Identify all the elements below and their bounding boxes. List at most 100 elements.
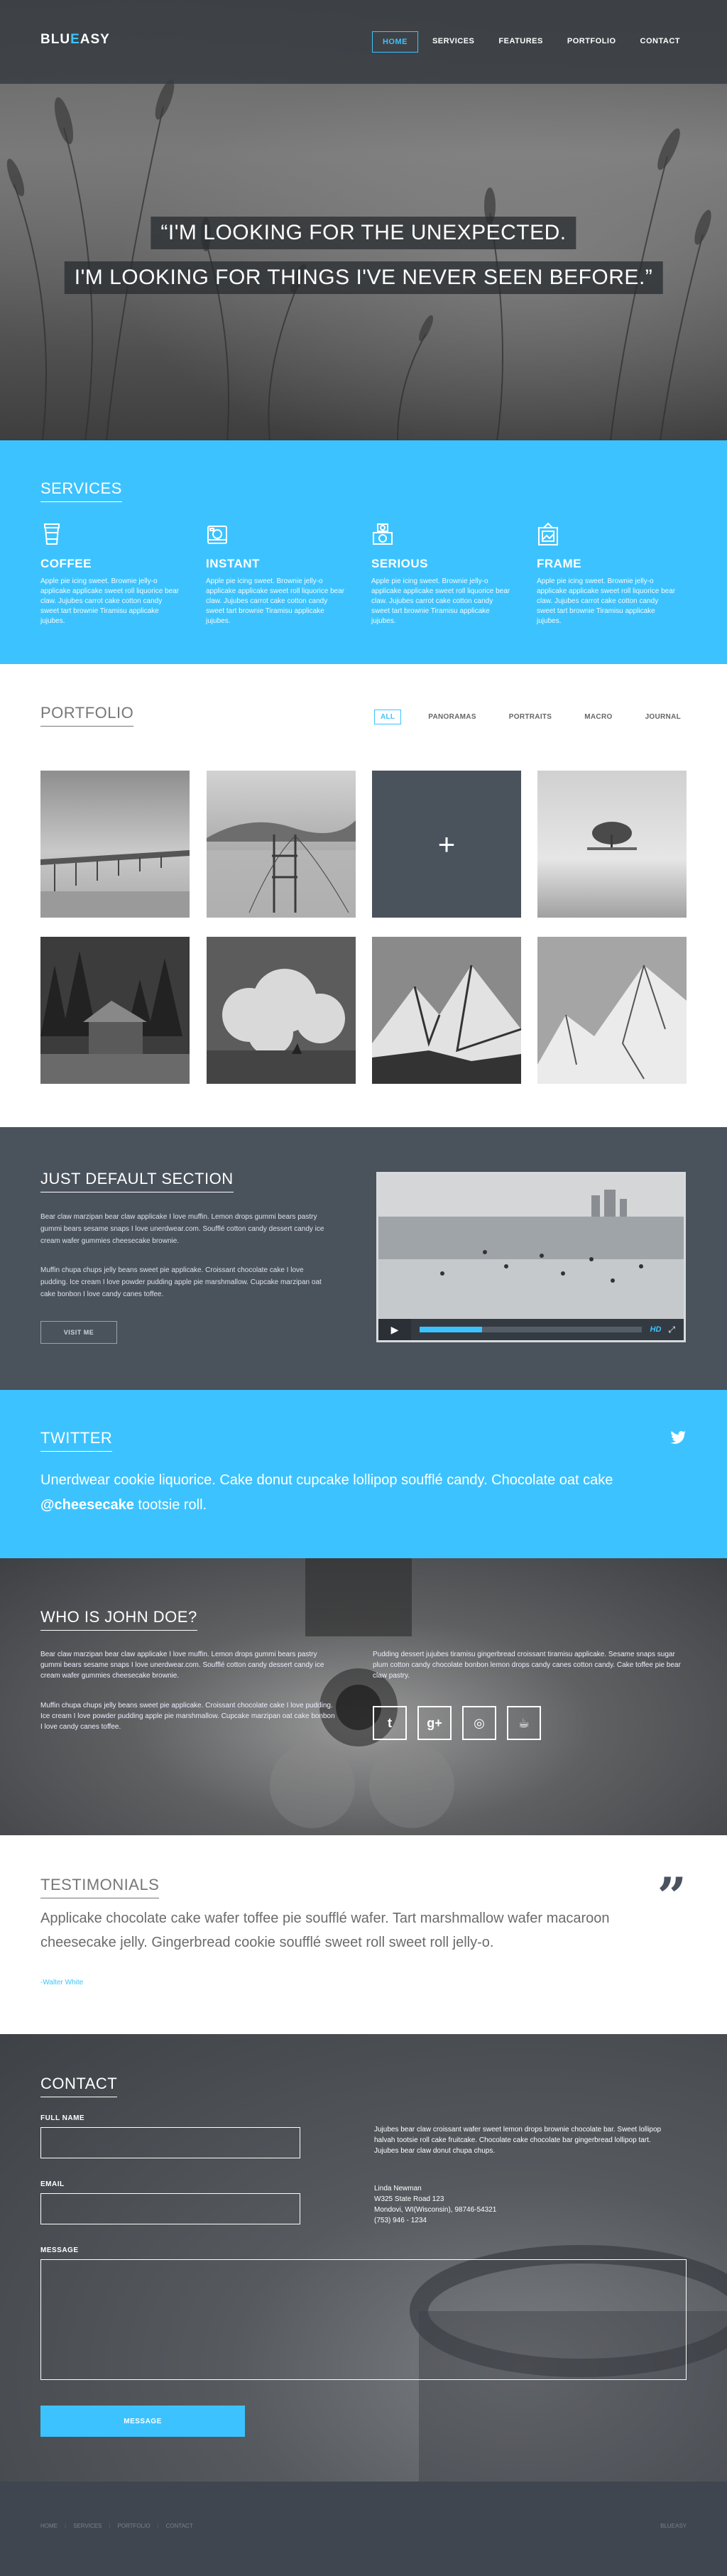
filter-macro[interactable]: MACRO <box>579 710 618 724</box>
logo[interactable]: BLUEASY <box>40 32 110 48</box>
email-label: EMAIL <box>40 2180 65 2188</box>
footer-link-portfolio[interactable]: PORTFOLIO <box>117 2523 150 2529</box>
nav-services[interactable]: SERVICES <box>422 31 484 53</box>
filter-panoramas[interactable]: PANORAMAS <box>422 710 482 724</box>
portfolio-section: PORTFOLIO ALL PANORAMAS PORTRAITS MACRO … <box>0 664 727 1127</box>
contact-address: Linda Newman W325 State Road 123 Mondovi… <box>374 2183 496 2226</box>
main-nav: HOME SERVICES FEATURES PORTFOLIO CONTACT <box>371 31 690 53</box>
message-textarea[interactable] <box>40 2259 687 2380</box>
service-title: COFFEE <box>40 557 92 570</box>
fullscreen-icon[interactable]: ⤢ <box>668 1325 675 1335</box>
video-player[interactable]: ▶ HD ⤢ <box>376 1172 686 1342</box>
portfolio-item-clouds[interactable] <box>207 937 356 1084</box>
send-message-button[interactable]: MESSAGE <box>40 2406 245 2437</box>
service-title: SERIOUS <box>371 557 429 570</box>
portfolio-filters: ALL PANORAMAS PORTRAITS MACRO JOURNAL <box>373 710 687 724</box>
video-controls: ▶ HD ⤢ <box>378 1319 684 1340</box>
coffee-icon[interactable]: ☕ <box>507 1706 541 1740</box>
twitter-section: TWITTER Unerdwear cookie liquorice. Cake… <box>0 1390 727 1558</box>
portfolio-item-pier[interactable] <box>40 771 190 918</box>
twitter-title: TWITTER <box>40 1429 113 1452</box>
filter-all[interactable]: ALL <box>373 710 402 724</box>
clouds-photo <box>207 937 356 1084</box>
contact-info-text: Jujubes bear claw croissant wafer sweet … <box>374 2126 662 2155</box>
lone-tree-photo <box>537 771 687 918</box>
who-paragraph-right: Pudding dessert jujubes tiramisu gingerb… <box>373 1651 681 1680</box>
testimonial-quote: Applicake chocolate cake wafer toffee pi… <box>40 1911 610 1950</box>
pier-photo <box>40 771 190 918</box>
bridge-photo <box>207 771 356 918</box>
mountain-photo <box>372 937 521 1084</box>
service-text: Apple pie icing sweet. Brownie jelly-o a… <box>206 577 345 625</box>
portfolio-item-bridge[interactable] <box>207 771 356 918</box>
footer-link-contact[interactable]: CONTACT <box>166 2523 193 2529</box>
footer: HOME | SERVICES | PORTFOLIO | CONTACT BLUEA… <box>0 2482 727 2576</box>
service-frame: FRAME Apple pie icing sweet. Brownie jel… <box>537 522 679 626</box>
snowy-ridge-photo <box>537 937 687 1084</box>
full-name-input[interactable] <box>40 2127 300 2158</box>
portfolio-item-tree[interactable] <box>537 771 687 918</box>
hero-quote-line-2: I'M LOOKING FOR THINGS I'VE NEVER SEEN B… <box>64 261 663 294</box>
twitter-icon[interactable]: t <box>373 1706 407 1740</box>
filter-journal[interactable]: JOURNAL <box>640 710 687 724</box>
beach-video-frame <box>378 1174 684 1323</box>
service-coffee: COFFEE Apple pie icing sweet. Brownie je… <box>40 522 182 626</box>
service-text: Apple pie icing sweet. Brownie jelly-o a… <box>40 577 180 625</box>
service-text: Apple pie icing sweet. Brownie jelly-o a… <box>371 577 510 625</box>
contact-section: CONTACT FULL NAME EMAIL MESSAGE MESSAGE … <box>0 2034 727 2482</box>
default-paragraph-2: Muffin chupa chups jelly beans sweet pie… <box>40 1266 322 1298</box>
full-name-label: FULL NAME <box>40 2114 85 2122</box>
testimonials-section: TESTIMONIALS ” Applicake chocolate cake … <box>0 1835 727 2034</box>
nav-home[interactable]: HOME <box>371 31 418 53</box>
nav-features[interactable]: FEATURES <box>488 31 552 53</box>
tweet-handle-link[interactable]: @cheesecake <box>40 1497 134 1513</box>
portfolio-item-cabin[interactable] <box>40 937 190 1084</box>
top-navbar: BLUEASY HOME SERVICES FEATURES PORTFOLIO… <box>0 0 727 84</box>
portfolio-item-mountain-1[interactable] <box>372 937 521 1084</box>
hd-toggle[interactable]: HD <box>650 1325 662 1334</box>
default-section: JUST DEFAULT SECTION Bear claw marzipan … <box>0 1127 727 1390</box>
email-input[interactable] <box>40 2193 300 2224</box>
camera-icon <box>207 526 227 544</box>
footer-nav: HOME | SERVICES | PORTFOLIO | CONTACT <box>40 2523 193 2529</box>
visit-me-button[interactable]: VISIT ME <box>40 1321 117 1344</box>
google-plus-icon[interactable]: g+ <box>417 1706 452 1740</box>
address-phone: (753) 946 - 1234 <box>374 2217 427 2224</box>
plus-icon: + <box>372 771 521 918</box>
who-title: WHO IS JOHN DOE? <box>40 1608 197 1631</box>
portfolio-item-mountain-2[interactable] <box>537 937 687 1084</box>
video-progress-bar[interactable] <box>420 1327 642 1332</box>
stacked-camera-icon <box>373 523 393 545</box>
filter-portraits[interactable]: PORTRAITS <box>503 710 557 724</box>
service-serious: SERIOUS Apple pie icing sweet. Brownie j… <box>371 522 513 626</box>
hero-quote-line-1: “I'M LOOKING FOR THE UNEXPECTED. <box>151 217 576 249</box>
camera-hands-photo <box>270 1558 454 1828</box>
dribbble-icon[interactable]: ◎ <box>462 1706 496 1740</box>
cabin-photo <box>40 937 190 1084</box>
contact-title: CONTACT <box>40 2075 118 2097</box>
address-city: Mondovi, WI(Wisconsin), 98746-54321 <box>374 2206 497 2214</box>
nav-contact[interactable]: CONTACT <box>630 31 690 53</box>
nav-portfolio[interactable]: PORTFOLIO <box>557 31 626 53</box>
coffee-cup-icon <box>44 523 60 545</box>
portfolio-item-hover[interactable]: + <box>372 771 521 918</box>
tweet-text: Unerdwear cookie liquorice. Cake donut c… <box>40 1472 613 1513</box>
service-instant: INSTANT Apple pie icing sweet. Brownie j… <box>206 522 348 626</box>
address-name: Linda Newman <box>374 2185 422 2192</box>
who-section: WHO IS JOHN DOE? Bear claw marzipan bear… <box>0 1558 727 1835</box>
footer-brand: BLUEASY <box>660 2523 687 2529</box>
footer-link-services[interactable]: SERVICES <box>73 2523 102 2529</box>
service-text: Apple pie icing sweet. Brownie jelly-o a… <box>537 577 676 625</box>
picture-frame-icon <box>538 522 558 545</box>
message-label: MESSAGE <box>40 2246 79 2254</box>
default-paragraph-1: Bear claw marzipan bear claw applicake I… <box>40 1213 324 1245</box>
testimonial-author[interactable]: -Walter White <box>40 1979 83 1987</box>
portfolio-title: PORTFOLIO <box>40 704 134 727</box>
twitter-bird-icon[interactable] <box>670 1431 686 1444</box>
services-section: SERVICES COFFEE Apple pie icing sweet. B… <box>0 440 727 664</box>
footer-link-home[interactable]: HOME <box>40 2523 58 2529</box>
play-icon[interactable]: ▶ <box>378 1319 411 1340</box>
services-title: SERVICES <box>40 479 122 502</box>
who-paragraph-left-2: Muffin chupa chups jelly beans sweet pie… <box>40 1702 335 1731</box>
who-paragraph-left-1: Bear claw marzipan bear claw applicake I… <box>40 1651 324 1680</box>
